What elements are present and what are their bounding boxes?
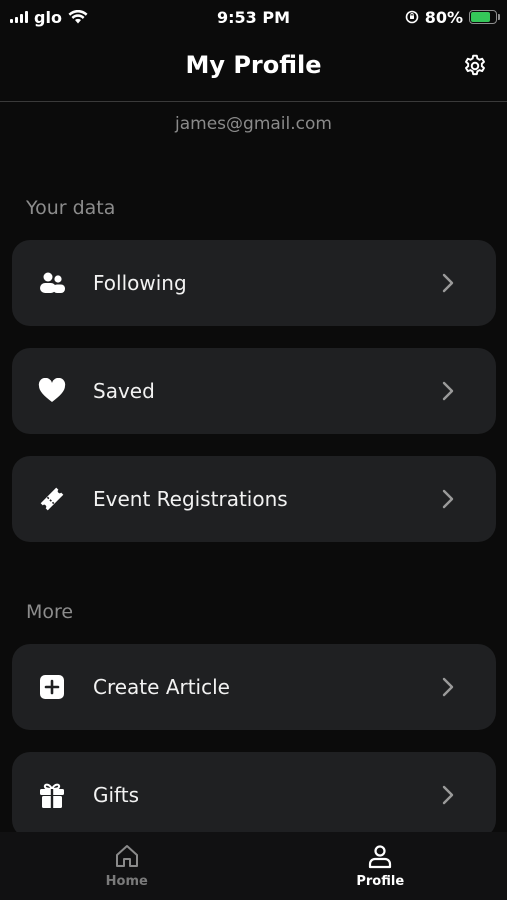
carrier-name: glo [34, 7, 62, 27]
chevron-right-icon [438, 785, 458, 805]
tab-label: Profile [356, 874, 405, 889]
tab-home[interactable]: Home [0, 832, 254, 900]
menu-item-following[interactable]: Following [12, 240, 496, 326]
plus-square-icon [38, 673, 66, 701]
menu-item-saved[interactable]: Saved [12, 348, 496, 434]
chevron-right-icon [438, 381, 458, 401]
gear-icon [465, 54, 485, 76]
page-title: My Profile [185, 51, 322, 79]
profile-email: james@gmail.com [175, 114, 332, 134]
section-label-more: More [26, 601, 74, 623]
ticket-icon [38, 485, 66, 513]
menu-item-label: Saved [93, 379, 155, 403]
tab-bar: Home Profile [0, 832, 507, 900]
battery-percent: 80% [424, 7, 463, 27]
gift-icon [38, 781, 66, 809]
menu-item-label: Following [93, 271, 187, 295]
person-icon [366, 842, 394, 870]
users-icon [38, 269, 66, 297]
chevron-right-icon [438, 677, 458, 697]
menu-item-label: Gifts [93, 783, 140, 807]
wifi-icon [68, 10, 88, 24]
home-icon [113, 842, 141, 870]
battery-icon [469, 10, 500, 24]
section-label-your-data: Your data [26, 197, 116, 219]
signal-icon [10, 11, 28, 23]
menu-item-event-registrations[interactable]: Event Registrations [12, 456, 496, 542]
chevron-right-icon [438, 489, 458, 509]
menu-item-gifts[interactable]: Gifts [12, 752, 496, 838]
header: My Profile [0, 34, 507, 102]
menu-item-label: Create Article [93, 675, 230, 699]
status-bar: glo 9:53 PM 80% [0, 0, 507, 34]
menu-item-label: Event Registrations [93, 487, 288, 511]
tab-profile[interactable]: Profile [254, 832, 507, 900]
menu-item-create-article[interactable]: Create Article [12, 644, 496, 730]
status-left: glo [10, 8, 88, 27]
tab-label: Home [105, 874, 148, 889]
orientation-lock-icon [405, 10, 419, 24]
settings-button[interactable] [461, 52, 489, 80]
chevron-right-icon [438, 273, 458, 293]
status-right: 80% [405, 7, 500, 27]
heart-icon [38, 377, 66, 405]
